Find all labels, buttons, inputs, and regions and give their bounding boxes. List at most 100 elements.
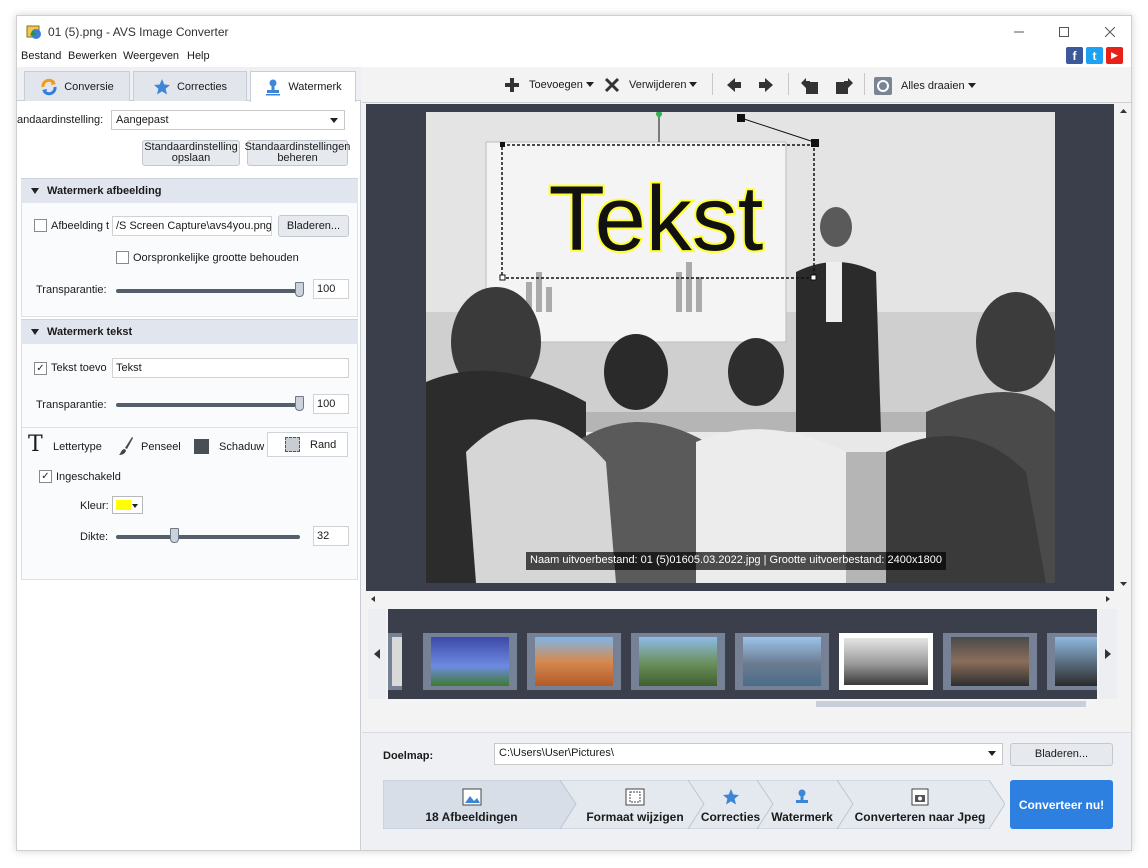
color-fill bbox=[116, 500, 131, 510]
step-resize-label: Formaat wijzigen bbox=[586, 810, 684, 824]
thumbnail-item-selected[interactable] bbox=[839, 633, 933, 690]
remove-button[interactable]: Verwijderen bbox=[604, 77, 698, 93]
save-preset-button[interactable]: Standaardinstelling opslaan bbox=[142, 140, 240, 166]
image-section-title: Watermerk afbeelding bbox=[47, 185, 162, 197]
title-bar: 01 (5).png - AVS Image Converter bbox=[17, 16, 1131, 47]
image-checkbox[interactable] bbox=[34, 219, 47, 232]
thumbnail-item[interactable] bbox=[527, 633, 621, 690]
thumbnail-item[interactable] bbox=[1047, 633, 1097, 690]
thumbnail-item[interactable] bbox=[423, 633, 517, 690]
text-transparency-input[interactable]: 100 bbox=[313, 394, 349, 414]
enabled-label: Ingeschakeld bbox=[56, 471, 121, 483]
facebook-icon[interactable]: f bbox=[1066, 47, 1083, 64]
menu-bewerken[interactable]: Bewerken bbox=[68, 50, 117, 62]
thumbnail-item[interactable] bbox=[943, 633, 1037, 690]
thickness-slider[interactable] bbox=[116, 535, 300, 539]
film-next-button[interactable] bbox=[1099, 609, 1117, 699]
target-folder-select[interactable]: C:\Users\User\Pictures\ bbox=[494, 743, 1003, 765]
thickness-input[interactable]: 32 bbox=[313, 526, 349, 546]
step-resize[interactable]: Formaat wijzigen bbox=[570, 780, 700, 828]
preset-select[interactable]: Aangepast bbox=[111, 110, 345, 130]
step-corrections[interactable]: Correcties bbox=[694, 780, 767, 828]
scroll-right-icon[interactable] bbox=[1103, 591, 1113, 607]
maximize-button[interactable] bbox=[1041, 16, 1087, 47]
tab-conversie[interactable]: Conversie bbox=[24, 71, 130, 101]
rotate-right-icon bbox=[836, 78, 853, 94]
close-button[interactable] bbox=[1087, 16, 1131, 47]
font-tab-label: Lettertype bbox=[53, 441, 102, 453]
color-label: Kleur: bbox=[80, 500, 109, 512]
image-transparency-input[interactable]: 100 bbox=[313, 279, 349, 299]
next-button[interactable] bbox=[758, 77, 774, 93]
menu-weergeven[interactable]: Weergeven bbox=[123, 50, 179, 62]
tab-correcties[interactable]: Correcties bbox=[133, 71, 247, 101]
preview-vertical-scrollbar[interactable] bbox=[1115, 104, 1132, 591]
menu-help[interactable]: Help bbox=[187, 50, 210, 62]
shadow-style-tab[interactable]: Schaduw bbox=[194, 436, 266, 458]
watermark-text[interactable]: Tekst bbox=[547, 166, 766, 272]
menu-bar: Bestand Bewerken Weergeven Help bbox=[17, 47, 1131, 67]
rotate-all-button[interactable]: Alles draaien bbox=[874, 77, 976, 95]
minimize-button[interactable] bbox=[996, 16, 1042, 47]
preview-horizontal-scrollbar[interactable] bbox=[366, 591, 1115, 607]
minimize-icon bbox=[1014, 31, 1024, 32]
toolbar-separator bbox=[712, 73, 713, 95]
film-scrollbar-thumb[interactable] bbox=[816, 701, 1086, 707]
add-button[interactable]: Toevoegen bbox=[504, 77, 594, 93]
twitter-icon[interactable]: t bbox=[1086, 47, 1103, 64]
scroll-up-icon[interactable] bbox=[1115, 106, 1132, 116]
maximize-icon bbox=[1059, 26, 1069, 37]
text-transparency-thumb[interactable] bbox=[295, 396, 304, 411]
scroll-left-icon[interactable] bbox=[368, 591, 378, 607]
image-section-header[interactable]: Watermerk afbeelding bbox=[21, 178, 358, 203]
previous-button[interactable] bbox=[726, 77, 742, 93]
step-images[interactable]: 18 Afbeeldingen bbox=[383, 780, 560, 828]
color-picker[interactable] bbox=[112, 496, 143, 514]
chevron-down-icon bbox=[689, 82, 698, 87]
stamp-icon bbox=[796, 789, 808, 803]
text-transparency-slider[interactable] bbox=[116, 403, 300, 407]
target-folder-label: Doelmap: bbox=[383, 750, 434, 762]
text-checkbox[interactable]: ✓ bbox=[34, 362, 47, 375]
close-icon bbox=[1105, 26, 1115, 37]
menu-bestand[interactable]: Bestand bbox=[21, 50, 61, 62]
tab-conversie-label: Conversie bbox=[64, 80, 114, 93]
image-path-input[interactable]: /S Screen Capture\avs4you.png bbox=[112, 216, 272, 236]
step-convert-jpeg[interactable]: Converteren naar Jpeg bbox=[846, 780, 994, 828]
tab-watermerk[interactable]: Watermerk bbox=[250, 71, 356, 102]
rotate-all-icon bbox=[874, 77, 892, 95]
keep-size-checkbox[interactable] bbox=[116, 251, 129, 264]
convert-now-button[interactable]: Converteer nu! bbox=[1010, 780, 1113, 829]
manage-presets-button[interactable]: Standaardinstellingen beheren bbox=[245, 140, 350, 166]
thumbnail-item[interactable] bbox=[735, 633, 829, 690]
toolbar-separator bbox=[864, 73, 865, 95]
keep-size-label: Oorspronkelijke grootte behouden bbox=[133, 252, 299, 264]
step-watermark[interactable]: Watermerk bbox=[764, 780, 840, 828]
image-transparency-slider[interactable] bbox=[116, 289, 300, 293]
window-title: 01 (5).png - AVS Image Converter bbox=[48, 25, 229, 39]
text-section-title: Watermerk tekst bbox=[47, 326, 133, 338]
font-style-tab[interactable]: T Lettertype bbox=[28, 432, 116, 458]
app-window: 01 (5).png - AVS Image Converter Bestand… bbox=[16, 15, 1132, 851]
thumbnail-item[interactable] bbox=[388, 633, 402, 690]
text-section-header[interactable]: Watermerk tekst bbox=[21, 319, 358, 344]
chevron-down-icon bbox=[988, 751, 996, 756]
image-transparency-thumb[interactable] bbox=[295, 282, 304, 297]
image-preview[interactable]: Tekst Naam uitvoerbestand: 01 (5)01605.0… bbox=[366, 104, 1114, 591]
border-style-tab[interactable]: Rand bbox=[267, 432, 348, 457]
rotate-left-button[interactable] bbox=[800, 77, 820, 95]
film-prev-button[interactable] bbox=[368, 609, 386, 699]
thickness-thumb[interactable] bbox=[169, 528, 179, 543]
thumbnail-item[interactable] bbox=[631, 633, 725, 690]
rotate-right-button[interactable] bbox=[834, 77, 854, 95]
add-label: Toevoegen bbox=[529, 79, 583, 91]
divider bbox=[22, 427, 357, 428]
target-browse-button[interactable]: Bladeren... bbox=[1010, 743, 1113, 766]
manage-presets-line2: beheren bbox=[277, 152, 318, 164]
watermark-text-input[interactable]: Tekst bbox=[112, 358, 349, 378]
enabled-checkbox[interactable]: ✓ bbox=[39, 470, 52, 483]
scroll-down-icon[interactable] bbox=[1115, 579, 1132, 589]
image-browse-button[interactable]: Bladeren... bbox=[278, 215, 349, 237]
brush-style-tab[interactable]: Penseel bbox=[118, 436, 186, 458]
youtube-icon[interactable]: ▶ bbox=[1106, 47, 1123, 64]
